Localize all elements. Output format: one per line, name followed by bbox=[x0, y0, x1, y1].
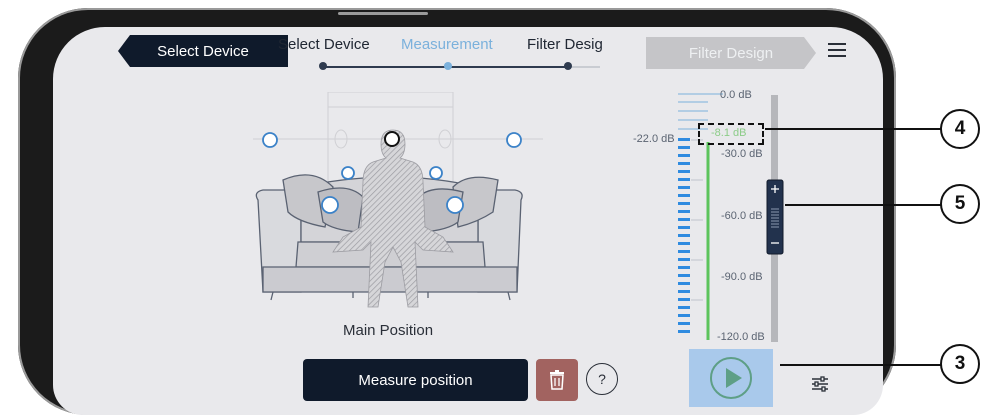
position-right-front bbox=[446, 196, 464, 214]
position-right-inner bbox=[429, 166, 443, 180]
meter-level-bars bbox=[678, 138, 690, 333]
step-measurement[interactable]: Measurement bbox=[401, 36, 493, 53]
app-screen: Select Device Select Device Measurement … bbox=[53, 27, 883, 415]
meter-tick-lines bbox=[691, 139, 703, 301]
callout-3: 3 bbox=[940, 344, 980, 384]
progress-line-pending bbox=[448, 66, 568, 68]
play-icon bbox=[710, 357, 752, 399]
current-level-highlight-box bbox=[698, 123, 764, 145]
step-select-device[interactable]: Select Device bbox=[278, 36, 370, 53]
gain-slider-handle[interactable] bbox=[766, 179, 784, 255]
listening-scene bbox=[253, 92, 543, 308]
position-left-outer bbox=[262, 132, 278, 148]
callout-4: 4 bbox=[940, 109, 980, 149]
progress-dot-2 bbox=[444, 62, 452, 70]
step-filter-design[interactable]: Filter Desig bbox=[527, 36, 603, 53]
filter-settings-icon[interactable] bbox=[811, 376, 829, 392]
scale-label-30: -30.0 dB bbox=[721, 148, 763, 160]
callout-5-line bbox=[785, 204, 941, 206]
help-button[interactable]: ? bbox=[586, 363, 618, 395]
progress-dot-1 bbox=[319, 62, 327, 70]
scale-label-60: -60.0 dB bbox=[721, 210, 763, 222]
scale-label-120: -120.0 dB bbox=[717, 331, 765, 343]
next-button[interactable]: Filter Design bbox=[646, 37, 816, 69]
phone-top-edge bbox=[338, 12, 428, 15]
help-icon: ? bbox=[598, 371, 606, 387]
position-left-inner bbox=[341, 166, 355, 180]
callout-5: 5 bbox=[940, 184, 980, 224]
position-right-outer bbox=[506, 132, 522, 148]
back-button[interactable]: Select Device bbox=[118, 35, 288, 67]
input-level-label: -22.0 dB bbox=[633, 133, 675, 145]
menu-icon[interactable] bbox=[828, 43, 846, 57]
callout-3-line bbox=[780, 364, 941, 366]
progress-dot-3 bbox=[564, 62, 572, 70]
scale-label-90: -90.0 dB bbox=[721, 271, 763, 283]
callout-4-line bbox=[765, 128, 941, 130]
measure-position-button[interactable]: Measure position bbox=[303, 359, 528, 401]
position-left-front bbox=[321, 196, 339, 214]
trash-icon bbox=[550, 370, 564, 390]
progress-line-faint bbox=[568, 66, 600, 68]
play-button[interactable] bbox=[689, 349, 773, 407]
scale-label-0: 0.0 dB bbox=[720, 89, 752, 101]
position-label: Main Position bbox=[343, 322, 434, 339]
position-main-active bbox=[384, 131, 400, 147]
phone-frame: Select Device Select Device Measurement … bbox=[18, 8, 896, 415]
delete-button[interactable] bbox=[536, 359, 578, 401]
progress-line-done bbox=[323, 66, 448, 68]
